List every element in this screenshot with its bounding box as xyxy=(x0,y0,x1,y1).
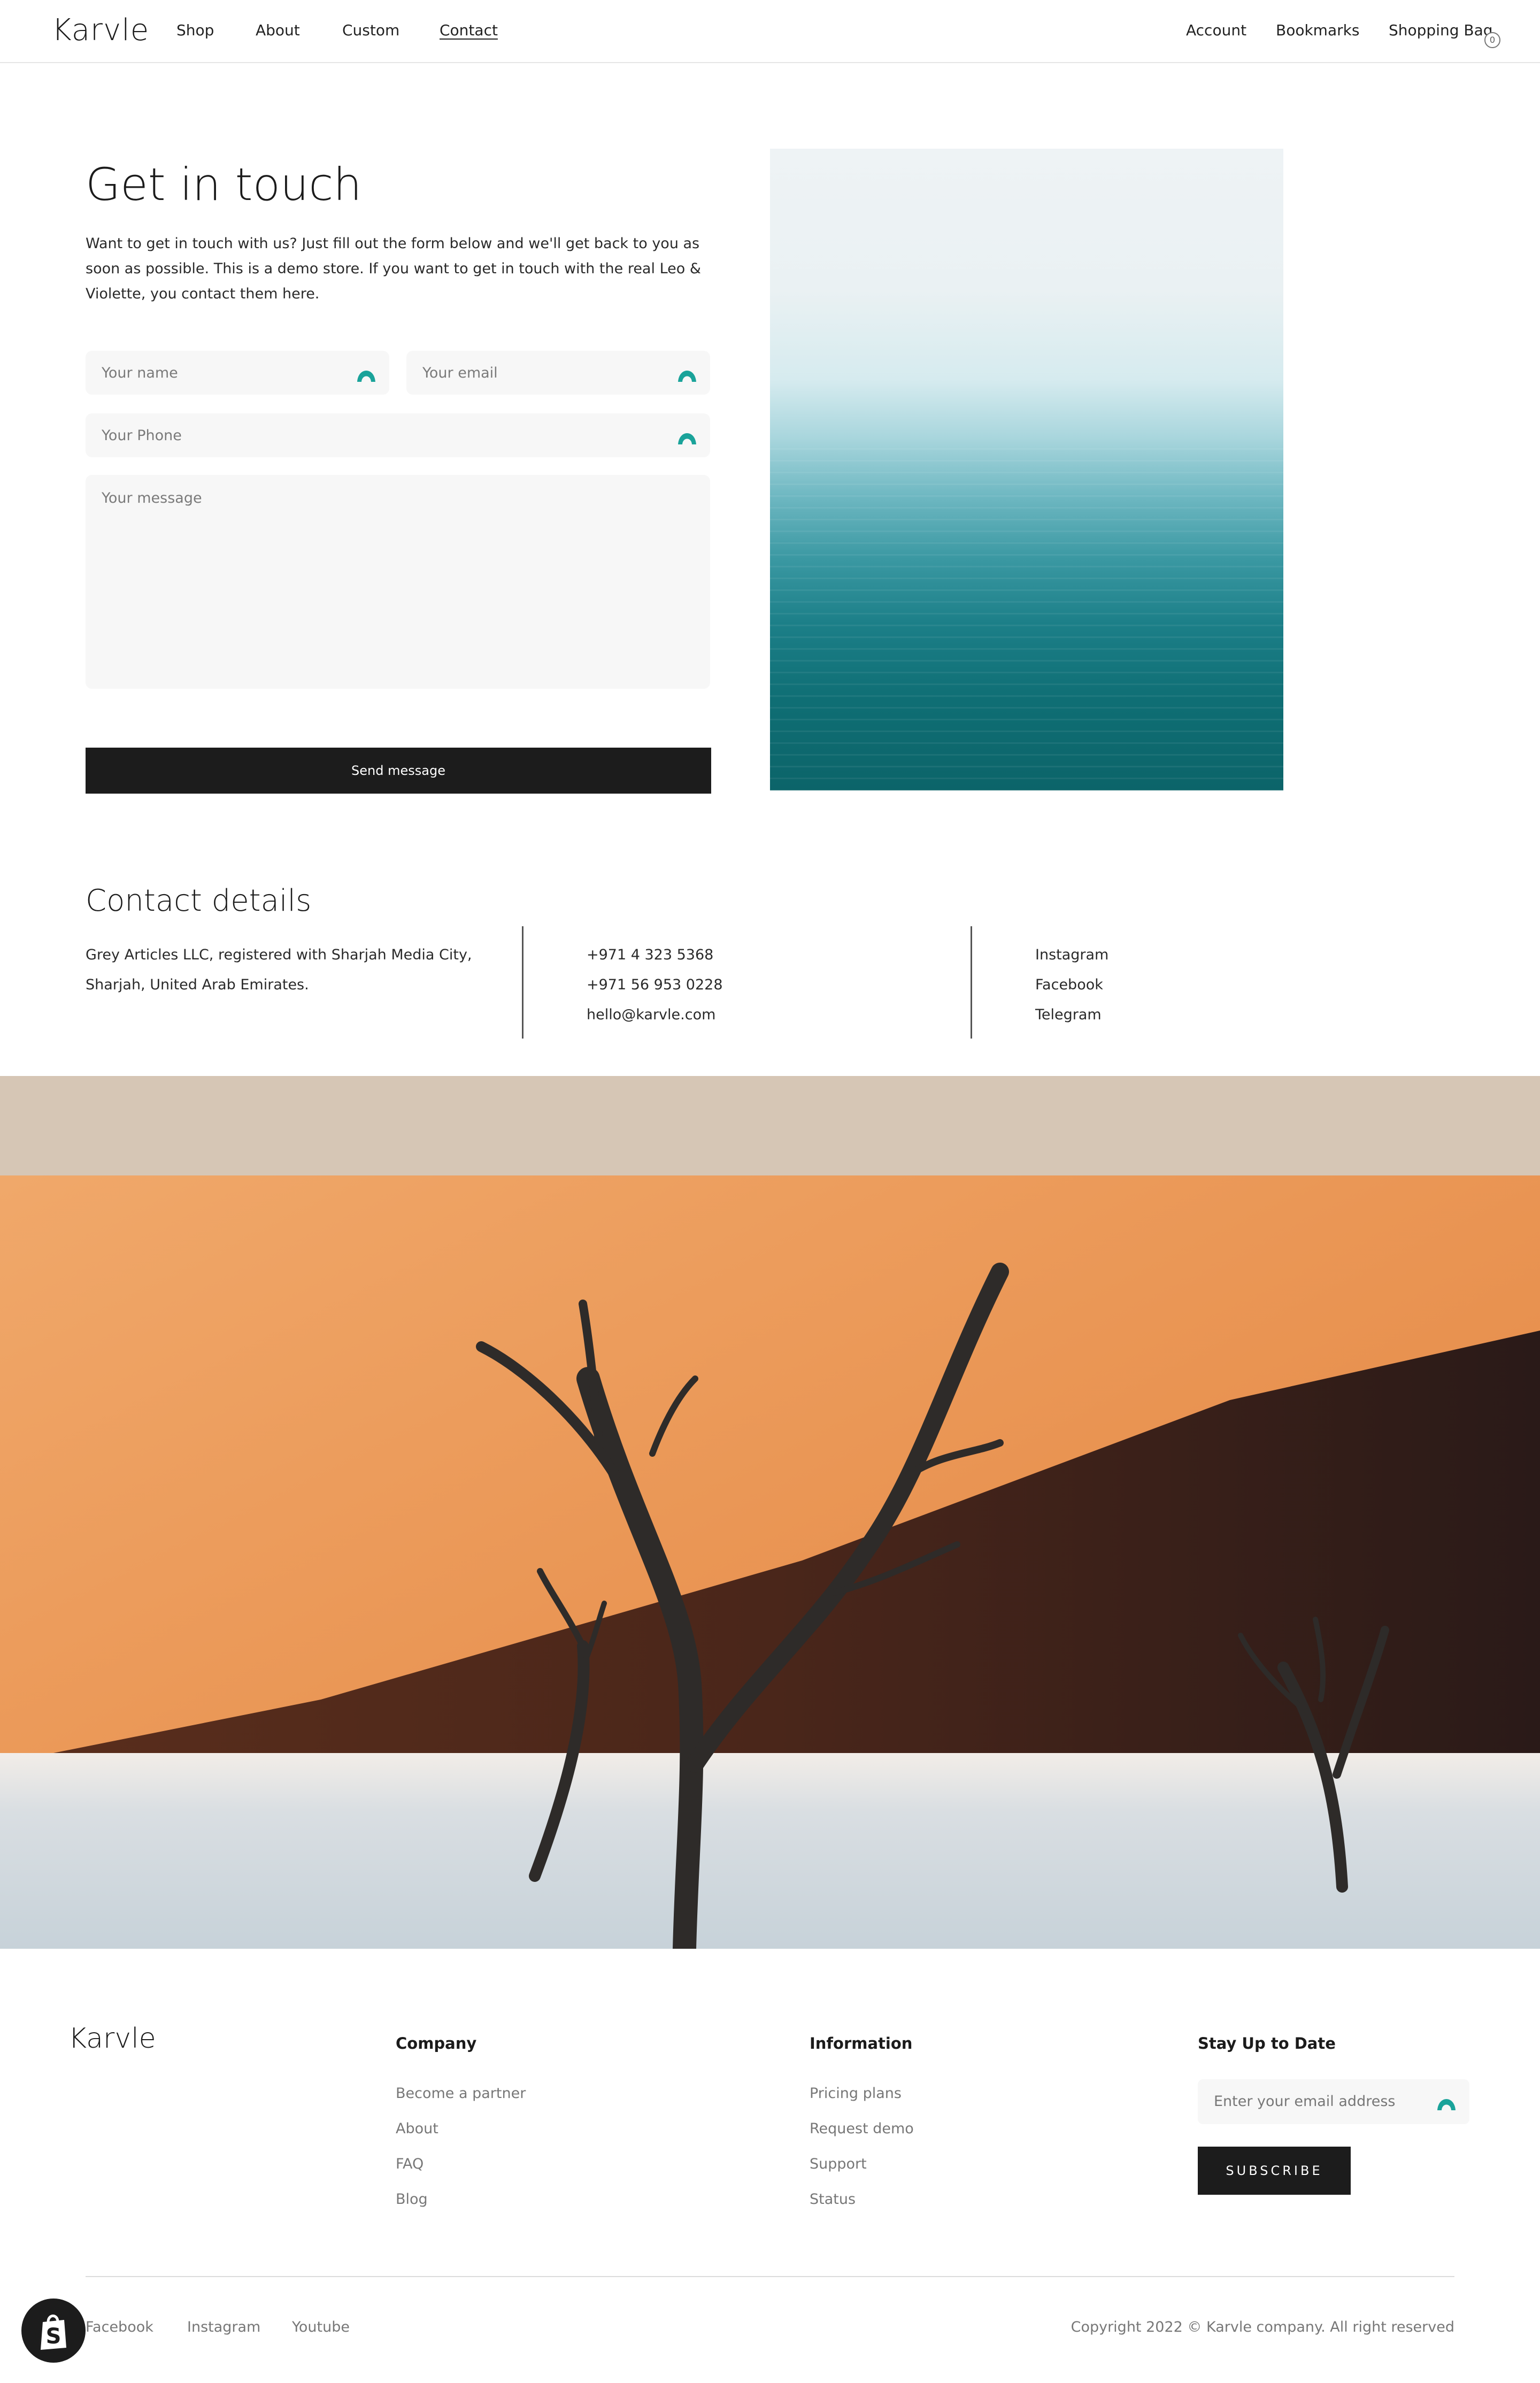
phone-number[interactable]: +971 56 953 0228 xyxy=(587,970,723,1000)
send-message-button[interactable]: Send message xyxy=(86,748,711,794)
footer-link[interactable]: Status xyxy=(810,2182,914,2217)
svg-text:S: S xyxy=(46,2324,61,2349)
footer-link[interactable]: Request demo xyxy=(810,2111,914,2147)
sea-image xyxy=(770,149,1283,790)
footer-social-youtube[interactable]: Youtube xyxy=(292,2319,350,2335)
beige-band xyxy=(0,1076,1540,1175)
name-placeholder: Your name xyxy=(102,365,178,381)
message-placeholder: Your message xyxy=(102,490,202,506)
footer-logo[interactable]: Karvle xyxy=(68,2023,156,2055)
contact-details-title: Contact details xyxy=(86,883,312,918)
footer-link[interactable]: FAQ xyxy=(396,2147,526,2182)
social-link-facebook[interactable]: Facebook xyxy=(1035,970,1108,1000)
email-field[interactable]: Your email xyxy=(406,351,710,395)
email-placeholder: Your email xyxy=(422,365,498,381)
footer-social-instagram[interactable]: Instagram xyxy=(187,2319,260,2335)
nav-account[interactable]: Account xyxy=(1186,21,1246,39)
site-logo[interactable]: Karvle xyxy=(52,13,149,48)
nav-custom[interactable]: Custom xyxy=(342,21,399,39)
teal-arch-icon xyxy=(357,371,375,382)
teal-arch-icon xyxy=(678,371,696,382)
site-header: Karvle Shop About Custom Contact Account… xyxy=(0,0,1540,63)
phone-number[interactable]: +971 4 323 5368 xyxy=(587,940,723,970)
social-link-telegram[interactable]: Telegram xyxy=(1035,1000,1108,1030)
footer-social-facebook[interactable]: Facebook xyxy=(86,2319,153,2335)
footer-link[interactable]: Blog xyxy=(396,2182,526,2217)
shopify-bag-icon[interactable]: S xyxy=(21,2299,86,2363)
contact-phone-list: +971 4 323 5368 +971 56 953 0228 hello@k… xyxy=(587,940,723,1030)
intro-text: Want to get in touch with us? Just fill … xyxy=(86,235,701,302)
nav-shop[interactable]: Shop xyxy=(176,21,214,39)
bag-count-badge: 0 xyxy=(1484,32,1500,48)
divider xyxy=(971,926,972,1039)
desert-illustration xyxy=(0,1175,1540,1949)
desert-banner-image xyxy=(0,1175,1540,1949)
footer-newsletter-title: Stay Up to Date xyxy=(1198,2034,1336,2053)
company-address: Grey Articles LLC, registered with Sharj… xyxy=(86,947,472,993)
nav-shopping-bag[interactable]: Shopping Bag xyxy=(1389,21,1493,39)
copyright-text: Copyright 2022 © Karvle company. All rig… xyxy=(1071,2319,1454,2335)
nav-bookmarks[interactable]: Bookmarks xyxy=(1276,21,1359,39)
contact-social-list: Instagram Facebook Telegram xyxy=(1035,940,1108,1030)
footer-company-links: Become a partner About FAQ Blog xyxy=(396,2076,526,2217)
footer-link[interactable]: About xyxy=(396,2111,526,2147)
footer-link[interactable]: Support xyxy=(810,2147,914,2182)
footer-company-title: Company xyxy=(396,2034,477,2053)
divider xyxy=(522,926,523,1039)
shopify-logo: S xyxy=(41,2315,66,2350)
name-field[interactable]: Your name xyxy=(86,351,389,395)
footer-divider xyxy=(86,2276,1454,2277)
nav-about[interactable]: About xyxy=(256,21,300,39)
newsletter-placeholder: Enter your email address xyxy=(1214,2093,1396,2110)
phone-field[interactable]: Your Phone xyxy=(86,413,710,457)
newsletter-email-input[interactable]: Enter your email address xyxy=(1198,2079,1469,2124)
footer-link[interactable]: Pricing plans xyxy=(810,2076,914,2111)
footer-information-links: Pricing plans Request demo Support Statu… xyxy=(810,2076,914,2217)
social-link-instagram[interactable]: Instagram xyxy=(1035,940,1108,970)
phone-placeholder: Your Phone xyxy=(102,427,182,444)
nav-contact[interactable]: Contact xyxy=(440,21,498,39)
email-link[interactable]: hello@karvle.com xyxy=(587,1000,723,1030)
teal-arch-icon xyxy=(678,433,696,444)
footer-link[interactable]: Become a partner xyxy=(396,2076,526,2111)
footer-information-title: Information xyxy=(810,2034,913,2053)
page-title: Get in touch xyxy=(86,158,362,211)
subscribe-button[interactable]: SUBSCRIBE xyxy=(1198,2147,1351,2195)
teal-arch-icon xyxy=(1437,2099,1456,2110)
message-textarea[interactable]: Your message xyxy=(86,475,710,689)
sea-ripples xyxy=(770,448,1283,790)
